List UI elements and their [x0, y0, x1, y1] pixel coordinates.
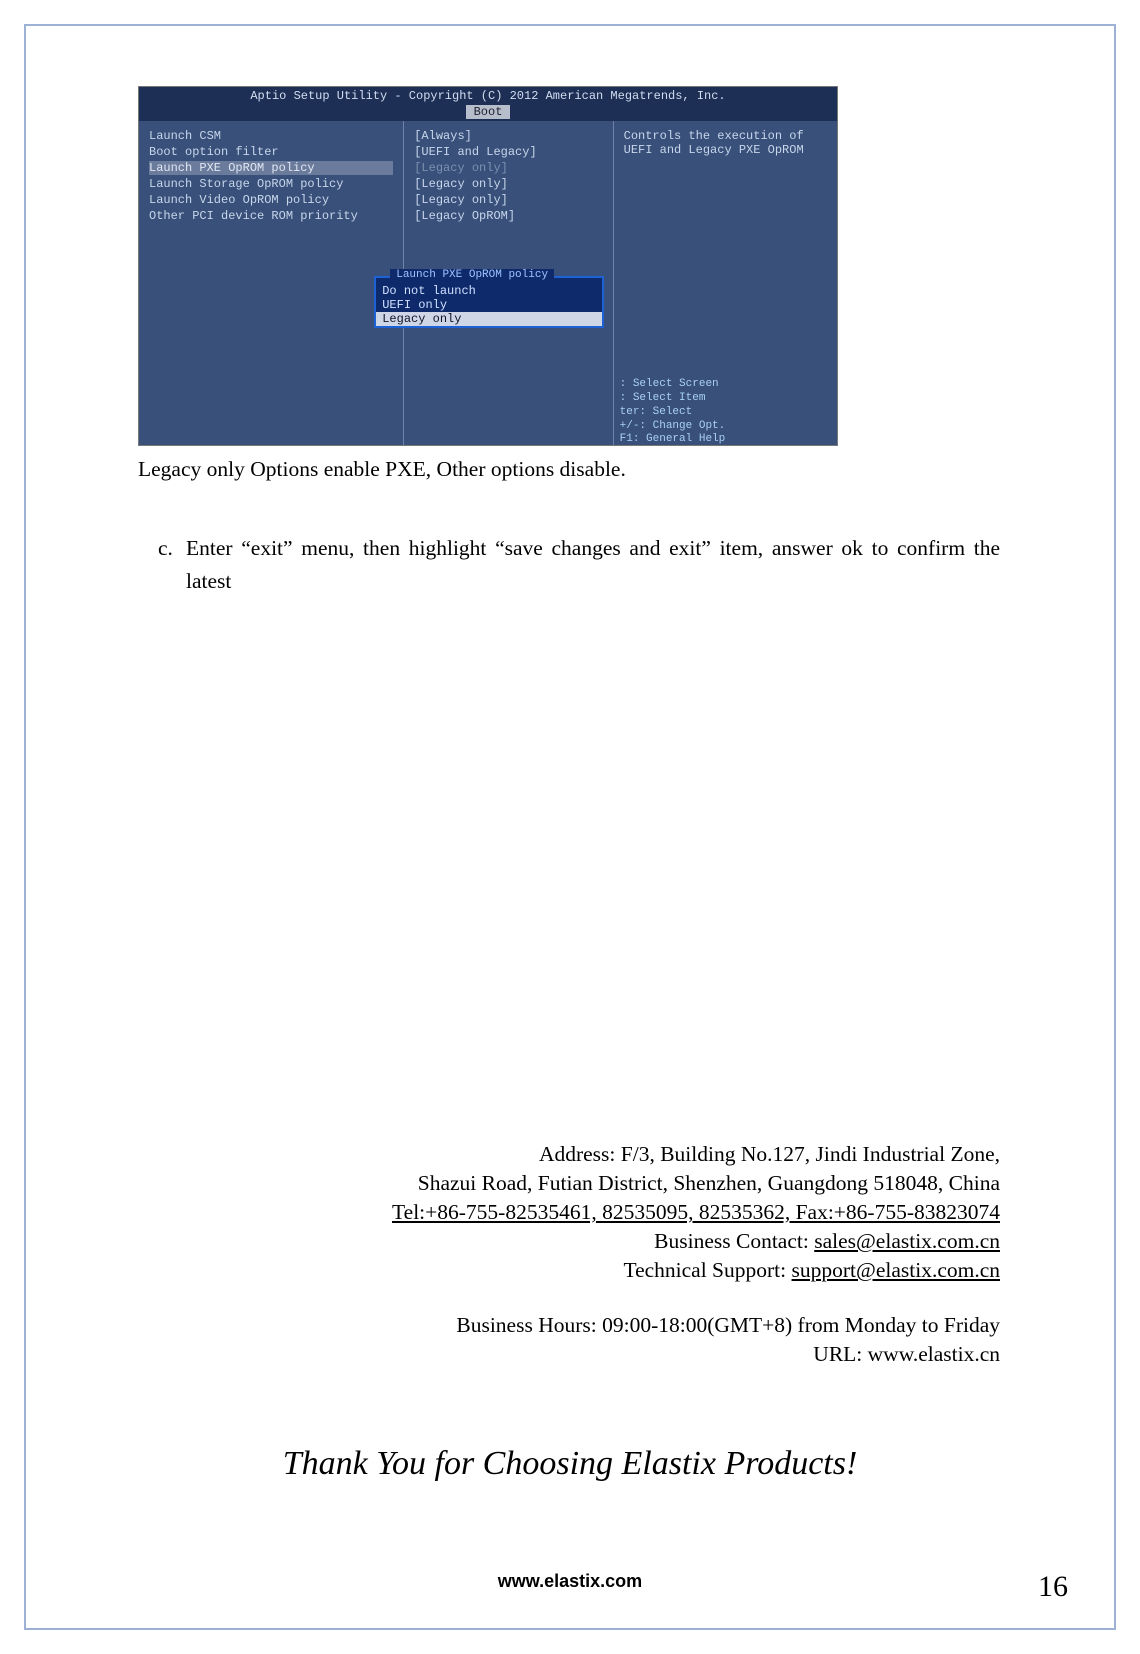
bios-popup-option-selected: Legacy only: [376, 312, 602, 326]
bios-help-desc: Controls the execution of UEFI and Legac…: [624, 129, 827, 157]
thank-you-message: Thank You for Choosing Elastix Products!: [0, 1445, 1140, 1483]
bios-help-line: F1: General Help: [620, 433, 726, 446]
bios-item: Launch Storage OpROM policy: [149, 177, 393, 191]
figure-caption: Legacy only Options enable PXE, Other op…: [138, 456, 1000, 484]
address-line1: Address: F/3, Building No.127, Jindi Ind…: [160, 1140, 1000, 1169]
bios-popup: Launch PXE OpROM policy Do not launch UE…: [374, 276, 604, 328]
bios-left-col: Launch CSM Boot option filter Launch PXE…: [139, 121, 404, 446]
bios-screenshot: Aptio Setup Utility - Copyright (C) 2012…: [138, 86, 838, 446]
bios-right-col: Controls the execution of UEFI and Legac…: [614, 121, 837, 446]
contact-info: Address: F/3, Building No.127, Jindi Ind…: [160, 1140, 1000, 1369]
tel-fax: Tel:+86-755-82535461, 82535095, 82535362…: [160, 1198, 1000, 1227]
technical-support-line: Technical Support: support@elastix.com.c…: [160, 1256, 1000, 1285]
bios-help-keys: : Select Screen : Select Item ter: Selec…: [620, 378, 726, 446]
bios-tab-boot: Boot: [466, 105, 511, 119]
bios-value: [Legacy only]: [414, 193, 602, 207]
bios-help-line: +/-: Change Opt.: [620, 420, 726, 434]
company-url: URL: www.elastix.cn: [160, 1340, 1000, 1369]
bios-item: Boot option filter: [149, 145, 393, 159]
bios-item-selected: Launch PXE OpROM policy: [149, 161, 393, 175]
bios-titlebar: Aptio Setup Utility - Copyright (C) 2012…: [139, 87, 837, 121]
address-line2: Shazui Road, Futian District, Shenzhen, …: [160, 1169, 1000, 1198]
business-contact-email: sales@elastix.com.cn: [814, 1229, 1000, 1253]
instruction-step-c: c. Enter “exit” menu, then highlight “sa…: [138, 532, 1000, 599]
bios-help-line: : Select Item: [620, 392, 726, 406]
step-marker: c.: [138, 532, 186, 599]
step-text: Enter “exit” menu, then highlight “save …: [186, 532, 1000, 599]
bios-value: [Always]: [414, 129, 602, 143]
bios-value: [Legacy OpROM]: [414, 209, 602, 223]
bios-item: Launch Video OpROM policy: [149, 193, 393, 207]
bios-mid-col: [Always] [UEFI and Legacy] [Legacy only]…: [404, 121, 613, 446]
bios-body: Launch CSM Boot option filter Launch PXE…: [139, 121, 837, 446]
page-number: 16: [1038, 1570, 1068, 1604]
business-hours: Business Hours: 09:00-18:00(GMT+8) from …: [160, 1311, 1000, 1340]
bios-value: [UEFI and Legacy]: [414, 145, 602, 159]
bios-value: [Legacy only]: [414, 161, 602, 175]
technical-support-email: support@elastix.com.cn: [792, 1258, 1000, 1282]
bios-item: Launch CSM: [149, 129, 393, 143]
bios-help-line: : Select Screen: [620, 378, 726, 392]
main-content: Aptio Setup Utility - Copyright (C) 2012…: [138, 86, 1000, 599]
bios-popup-title: Launch PXE OpROM policy: [390, 269, 554, 281]
bios-value: [Legacy only]: [414, 177, 602, 191]
business-contact-line: Business Contact: sales@elastix.com.cn: [160, 1227, 1000, 1256]
technical-support-label: Technical Support:: [623, 1258, 791, 1282]
bios-popup-option: Do not launch: [376, 284, 602, 298]
bios-item: Other PCI device ROM priority: [149, 209, 393, 223]
bios-popup-option: UEFI only: [376, 298, 602, 312]
bios-title: Aptio Setup Utility - Copyright (C) 2012…: [250, 89, 725, 103]
business-contact-label: Business Contact:: [654, 1229, 814, 1253]
footer-url: www.elastix.com: [0, 1571, 1140, 1592]
bios-help-line: ter: Select: [620, 406, 726, 420]
